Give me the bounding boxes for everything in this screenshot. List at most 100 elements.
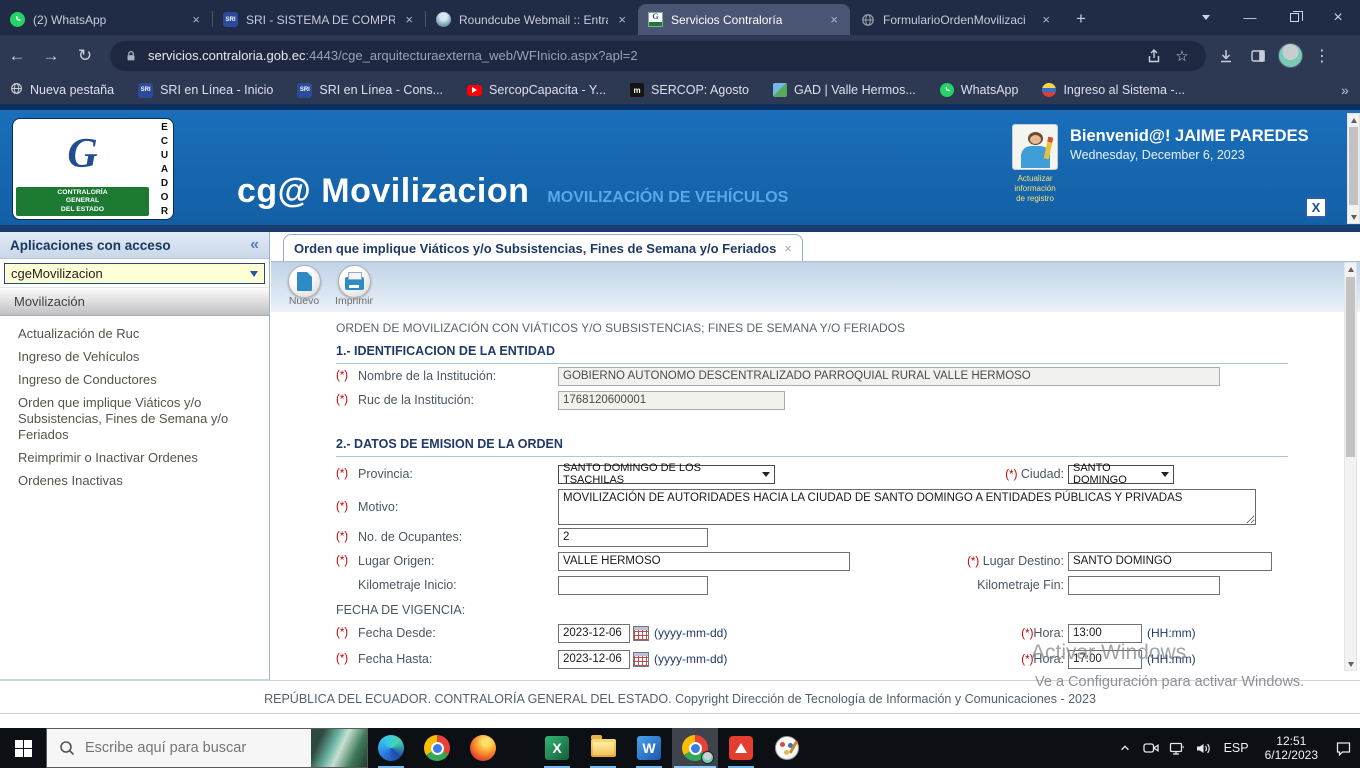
ciudad-select[interactable]: SANTO DOMINGO [1068,462,1174,486]
tab-close-icon[interactable]: × [828,12,840,27]
field-row-institucion: (*) Nombre de la Institución: [336,366,1288,386]
window-restore-button[interactable] [1272,0,1316,35]
taskbar-paint[interactable] [764,728,810,768]
calendar-icon[interactable] [633,651,649,667]
tab-roundcube[interactable]: Roundcube Webmail :: Entra × [426,4,638,35]
bookmark-sercop-agosto[interactable]: m SERCOP: Agosto [630,83,749,97]
bookmark-sercopcapacita[interactable]: SercopCapacita - Y... [467,83,606,97]
scroll-down-icon[interactable] [1348,211,1359,223]
required-marker: (*) [1005,469,1018,481]
taskbar-chrome[interactable] [414,728,460,768]
bookmark-ingreso-sistema[interactable]: Ingreso al Sistema -... [1042,83,1185,97]
tab-sri[interactable]: SRI SRI - SISTEMA DE COMPROB × [213,4,425,35]
header-scrollbar[interactable] [1347,113,1360,224]
profile-avatar[interactable] [1274,40,1306,72]
content-scrollbar[interactable] [1344,262,1357,671]
print-button[interactable]: Imprimir [331,265,377,312]
tab-close-icon[interactable]: × [1040,12,1052,27]
sidebar-item-ingreso-vehiculos[interactable]: Ingreso de Vehículos [18,349,257,365]
tab-servicios-contraloria[interactable]: G Servicios Contraloría × [638,4,850,35]
sidebar-item-actualizacion-ruc[interactable]: Actualización de Ruc [18,326,257,342]
km-fin-input[interactable] [1068,575,1220,595]
km-inicio-input[interactable] [558,575,708,595]
bookmark-gad-valle-hermoso[interactable]: GAD | Valle Hermos... [772,83,916,97]
tab-formulario-orden[interactable]: FormularioOrdenMovilizaci × [850,4,1062,35]
scroll-up-icon[interactable] [1348,114,1359,126]
sidebar-item-ordenes-inactivas[interactable]: Ordenes Inactivas [18,473,257,489]
hora-desde-input[interactable] [1068,623,1142,643]
back-icon[interactable]: ← [0,39,34,73]
taskbar-file-explorer[interactable] [580,728,626,768]
start-button[interactable] [0,728,46,768]
sidebar-item-orden-viaticos[interactable]: Orden que implique Viáticos y/o Subsiste… [18,395,257,443]
forward-icon[interactable]: → [34,39,68,73]
network-icon[interactable] [1164,728,1190,768]
tab-close-icon[interactable]: × [403,12,415,27]
language-indicator[interactable]: ESP [1216,741,1257,755]
lock-icon[interactable] [122,42,140,70]
taskbar-excel[interactable]: X [534,728,580,768]
side-panel-icon[interactable] [1242,40,1274,72]
fecha-desde-input[interactable] [558,623,630,643]
window-close-button[interactable]: × [1316,0,1360,35]
taskbar-chrome-active[interactable] [672,728,718,768]
lugar-origen-input[interactable] [558,551,850,571]
new-tab-button[interactable]: + [1062,9,1100,29]
application-select[interactable]: cgeMovilizacion [4,263,265,284]
window-minimize-button[interactable]: — [1228,0,1272,35]
tab-close-icon[interactable]: × [190,12,202,27]
user-avatar[interactable] [1012,124,1058,170]
bookmark-whatsapp[interactable]: WhatsApp [939,83,1018,97]
session-close-button[interactable]: X [1305,197,1327,218]
sidebar-item-reimprimir-inactivar[interactable]: Reimprimir o Inactivar Ordenes [18,450,257,466]
collapse-sidebar-icon[interactable]: « [250,236,259,254]
taskbar-firefox[interactable] [460,728,506,768]
meet-now-icon[interactable] [1138,728,1164,768]
tab-close-icon[interactable]: × [616,12,628,27]
search-input[interactable] [85,740,285,756]
calendar-icon[interactable] [633,625,649,641]
new-button[interactable]: Nuevo [281,265,327,312]
app-page: G CONTRALORÍA GENERAL DEL ESTADO ECUADOR… [0,104,1360,728]
fecha-hasta-input[interactable] [558,649,630,669]
sidebar-group-movilizacion[interactable]: Movilización [0,287,269,316]
sri-icon: SRI [138,82,154,98]
scroll-up-icon[interactable] [1345,263,1356,275]
sidebar-item-ingreso-conductores[interactable]: Ingreso de Conductores [18,372,257,388]
menu-dots-icon[interactable]: ⋮ [1306,40,1338,72]
bookmark-nueva-pestana[interactable]: Nueva pestaña [10,82,114,98]
update-registration-link[interactable]: Actualizar información de registro [996,174,1074,204]
content-tab-orden[interactable]: Orden que implique Viáticos y/o Subsiste… [283,234,803,261]
search-highlight-image[interactable] [311,729,367,767]
required-marker: (*) [336,501,349,513]
volume-icon[interactable] [1190,728,1216,768]
chrome-icon [424,735,450,761]
scrollbar-thumb[interactable] [1349,127,1358,205]
tab-search-chevron-icon[interactable] [1184,0,1228,35]
hidden-icons-chevron-icon[interactable] [1112,728,1138,768]
scrollbar-thumb[interactable] [1346,277,1355,457]
taskbar-search[interactable] [46,728,368,768]
reload-icon[interactable]: ↻ [68,39,102,73]
provincia-select[interactable]: SANTO DOMINGO DE LOS TSACHILAS [558,462,775,486]
ocupantes-input[interactable] [558,527,708,547]
bookmark-sri-consultas[interactable]: SRI SRI en Línea - Cons... [297,82,443,98]
lugar-destino-input[interactable] [1068,551,1272,571]
taskbar-word[interactable]: W [626,728,672,768]
motivo-textarea[interactable] [558,489,1256,525]
bookmark-sri-inicio[interactable]: SRI SRI en Línea - Inicio [138,82,273,98]
address-bar[interactable]: servicios.contraloria.gob.ec:4443/cge_ar… [110,40,1206,71]
action-center-icon[interactable] [1326,728,1360,768]
scroll-down-icon[interactable] [1345,658,1356,670]
url-text[interactable]: servicios.contraloria.gob.ec:4443/cge_ar… [148,48,1140,63]
taskbar-edge[interactable] [368,728,414,768]
taskbar-acrobat[interactable] [718,728,764,768]
share-icon[interactable] [1140,42,1168,70]
bookmark-star-icon[interactable]: ☆ [1168,42,1196,70]
taskbar-clock[interactable]: 12:51 6/12/2023 [1257,734,1326,762]
download-icon[interactable] [1210,40,1242,72]
form-title: ORDEN DE MOVILIZACIÓN CON VIÁTICOS Y/O S… [336,321,905,335]
tab-whatsapp[interactable]: (2) WhatsApp × [0,4,212,35]
tab-close-icon[interactable]: × [784,241,792,256]
bookmarks-overflow-chevron[interactable]: » [1341,82,1349,98]
